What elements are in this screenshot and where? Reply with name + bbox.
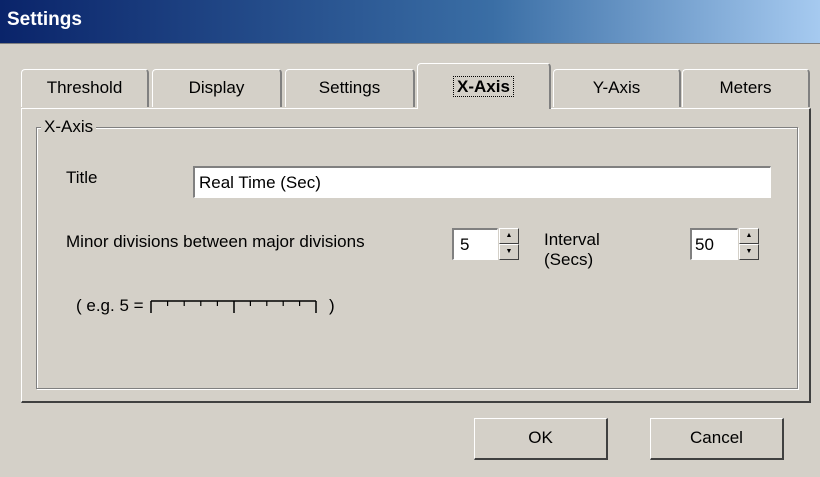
interval-label: Interval (Secs) bbox=[544, 230, 600, 270]
interval-label-line1: Interval bbox=[544, 230, 600, 249]
window-titlebar[interactable]: Settings bbox=[0, 0, 820, 44]
division-example: ( e.g. 5 = ) bbox=[76, 296, 335, 316]
groupbox-label: X-Axis bbox=[41, 117, 97, 137]
tab-display-label: Display bbox=[188, 78, 245, 97]
spin-up-icon: ▲ bbox=[505, 232, 513, 239]
tab-settings[interactable]: Settings bbox=[285, 69, 415, 107]
interval-spinner[interactable]: ▲ ▼ bbox=[690, 228, 776, 260]
title-label: Title bbox=[66, 168, 98, 187]
tab-x-axis[interactable]: X-Axis bbox=[417, 63, 551, 109]
tab-meters-label: Meters bbox=[719, 78, 772, 97]
tab-y-axis[interactable]: Y-Axis bbox=[553, 69, 681, 107]
spin-down-icon: ▼ bbox=[745, 248, 753, 255]
tab-strip: Threshold Display Settings X-Axis Y-Axis… bbox=[21, 63, 811, 109]
interval-input[interactable] bbox=[690, 228, 738, 260]
ruler-icon bbox=[150, 299, 318, 313]
spin-up-icon: ▲ bbox=[745, 232, 753, 239]
tab-meters[interactable]: Meters bbox=[682, 69, 810, 107]
minor-divisions-spinner[interactable]: ▲ ▼ bbox=[452, 228, 536, 260]
minor-divisions-down-button[interactable]: ▼ bbox=[499, 244, 519, 260]
ok-button[interactable]: OK bbox=[474, 418, 608, 460]
interval-label-line2: (Secs) bbox=[544, 250, 594, 269]
window-title: Settings bbox=[7, 9, 82, 30]
tab-display[interactable]: Display bbox=[152, 69, 282, 107]
minor-divisions-up-button[interactable]: ▲ bbox=[499, 228, 519, 244]
interval-up-button[interactable]: ▲ bbox=[739, 228, 759, 244]
spin-down-icon: ▼ bbox=[505, 248, 513, 255]
title-input[interactable] bbox=[193, 166, 771, 198]
cancel-button[interactable]: Cancel bbox=[650, 418, 784, 460]
tab-x-axis-label: X-Axis bbox=[453, 76, 514, 97]
minor-divisions-input[interactable] bbox=[452, 228, 498, 260]
interval-spin-buttons: ▲ ▼ bbox=[739, 228, 759, 260]
tab-threshold-label: Threshold bbox=[46, 78, 123, 97]
minor-divisions-label: Minor divisions between major divisions bbox=[66, 232, 365, 251]
minor-divisions-spin-buttons: ▲ ▼ bbox=[499, 228, 519, 260]
tab-y-axis-label: Y-Axis bbox=[592, 78, 641, 97]
tab-threshold[interactable]: Threshold bbox=[21, 69, 149, 107]
tab-settings-label: Settings bbox=[318, 78, 381, 97]
example-prefix: ( e.g. 5 = bbox=[76, 296, 144, 315]
interval-down-button[interactable]: ▼ bbox=[739, 244, 759, 260]
example-suffix: ) bbox=[329, 296, 335, 315]
